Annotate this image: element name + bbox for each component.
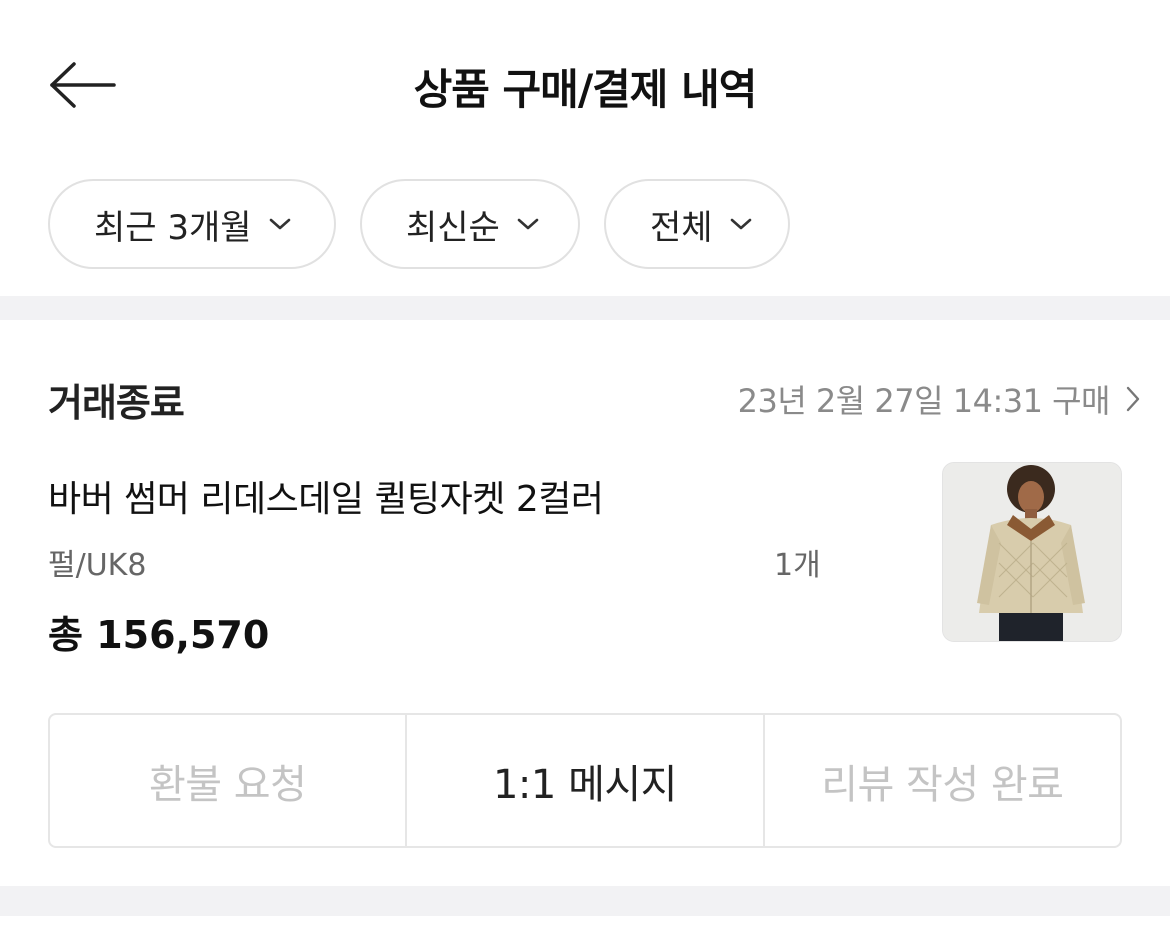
product-quantity: 1개 [774, 548, 821, 583]
order-detail-link[interactable]: 23년 2월 27일 14:31 구매 [738, 376, 1140, 422]
total-prefix: 총 [48, 613, 83, 657]
order-total: 총 156,570 [48, 604, 269, 659]
section-divider [0, 886, 1170, 916]
order-date: 23년 2월 27일 14:31 구매 [737, 382, 1111, 420]
status-filter-label: 전체 [650, 207, 713, 248]
status-filter-chip[interactable]: 전체 [604, 179, 790, 269]
filter-bar: 최근 3개월 최신순 전체 [48, 179, 790, 269]
chevron-down-icon [269, 218, 290, 230]
chevron-right-icon [1126, 386, 1140, 412]
period-filter-chip[interactable]: 최근 3개월 [48, 179, 336, 269]
product-thumbnail-jacket [943, 463, 1121, 641]
order-actions: 환불 요청 1:1 메시지 리뷰 작성 완료 [48, 713, 1122, 848]
refund-request-button: 환불 요청 [148, 761, 307, 808]
product-thumbnail[interactable] [942, 462, 1122, 642]
product-option: 펄/UK8 [48, 548, 147, 583]
section-divider [0, 296, 1170, 320]
review-complete-button: 리뷰 작성 완료 [762, 715, 1120, 846]
total-amount: 156,570 [96, 613, 270, 657]
period-filter-label: 최근 3개월 [94, 207, 252, 248]
page-title: 상품 구매/결제 내역 [413, 65, 758, 114]
chevron-down-icon [730, 218, 751, 230]
sort-filter-label: 최신순 [406, 207, 500, 248]
sort-filter-chip[interactable]: 최신순 [360, 179, 580, 269]
product-name: 바버 썸머 리데스데일 퀼팅자켓 2컬러 [48, 479, 604, 520]
message-button[interactable]: 1:1 메시지 [405, 715, 762, 846]
app-header: 상품 구매/결제 내역 [0, 0, 1170, 170]
chevron-down-icon [517, 218, 539, 230]
order-status: 거래종료 [48, 381, 185, 425]
